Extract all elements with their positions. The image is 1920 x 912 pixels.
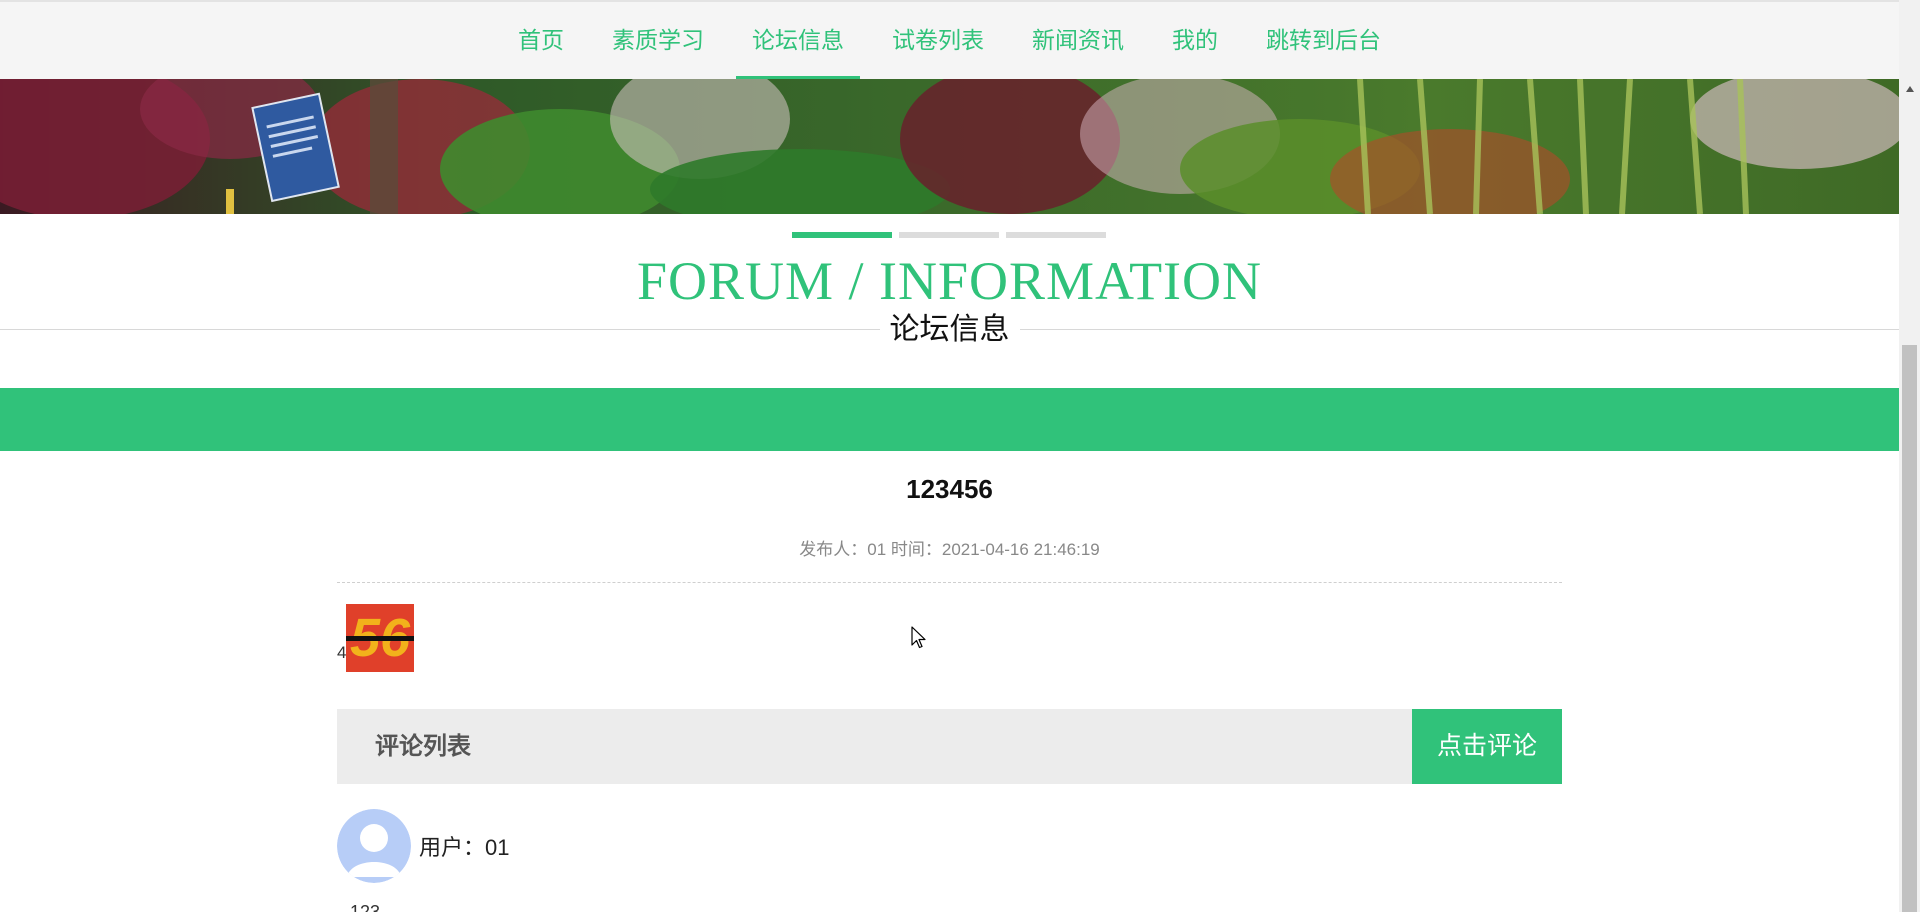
default-user-avatar-icon bbox=[337, 809, 411, 883]
mouse-pointer-icon bbox=[911, 626, 929, 650]
carousel-indicators bbox=[792, 232, 1106, 238]
add-comment-button[interactable]: 点击评论 bbox=[1412, 709, 1562, 784]
section-title-cn: 论坛信息 bbox=[879, 310, 1020, 350]
carousel-indicator-2[interactable] bbox=[899, 232, 999, 238]
section-title-en: FORUM / INFORMATION bbox=[636, 251, 1263, 311]
nav-item-news[interactable]: 新闻资讯 bbox=[1016, 2, 1140, 79]
comment-user-name: 01 bbox=[485, 835, 510, 860]
comment-item: 用户：01 bbox=[337, 809, 510, 883]
nav-item-home[interactable]: 首页 bbox=[502, 2, 580, 79]
nav-item-admin[interactable]: 跳转到后台 bbox=[1250, 2, 1397, 79]
scrollbar-thumb[interactable] bbox=[1902, 345, 1917, 912]
top-navigation: 首页 素质学习 论坛信息 试卷列表 新闻资讯 我的 跳转到后台 bbox=[0, 0, 1899, 81]
post-meta: 发布人：01 时间：2021-04-16 21:46:19 bbox=[799, 540, 1100, 559]
banner-image[interactable] bbox=[0, 79, 1899, 214]
nav-item-forum[interactable]: 论坛信息 bbox=[736, 2, 860, 81]
green-banner-band bbox=[0, 388, 1899, 451]
section-title-cn-wrap: 论坛信息 bbox=[0, 310, 1899, 350]
comment-user-prefix: 用户： bbox=[419, 835, 486, 860]
post-content: 4 56 bbox=[337, 604, 415, 672]
page: 首页 素质学习 论坛信息 试卷列表 新闻资讯 我的 跳转到后台 FORUM / … bbox=[0, 0, 1899, 912]
nav-item-quality-learning[interactable]: 素质学习 bbox=[596, 2, 720, 79]
vertical-scrollbar[interactable] bbox=[1899, 0, 1920, 912]
comment-list-heading: 评论列表 bbox=[375, 733, 471, 760]
carousel-indicator-3[interactable] bbox=[1006, 232, 1106, 238]
nav-item-mine[interactable]: 我的 bbox=[1156, 2, 1234, 79]
scroll-up-arrow-icon[interactable] bbox=[1899, 80, 1920, 98]
comment-text: 123 bbox=[350, 902, 381, 912]
post-divider bbox=[337, 582, 1562, 583]
carousel-indicator-1[interactable] bbox=[792, 232, 892, 238]
comment-user: 用户：01 bbox=[419, 830, 510, 862]
nav-list: 首页 素质学习 论坛信息 试卷列表 新闻资讯 我的 跳转到后台 bbox=[0, 2, 1899, 81]
post-title: 123456 bbox=[906, 474, 993, 504]
post-content-image: 56 bbox=[346, 604, 415, 672]
comment-list-bar: 评论列表 点击评论 bbox=[337, 709, 1562, 784]
post-content-text: 4 bbox=[337, 643, 347, 662]
nav-item-exam-list[interactable]: 试卷列表 bbox=[876, 2, 1000, 79]
